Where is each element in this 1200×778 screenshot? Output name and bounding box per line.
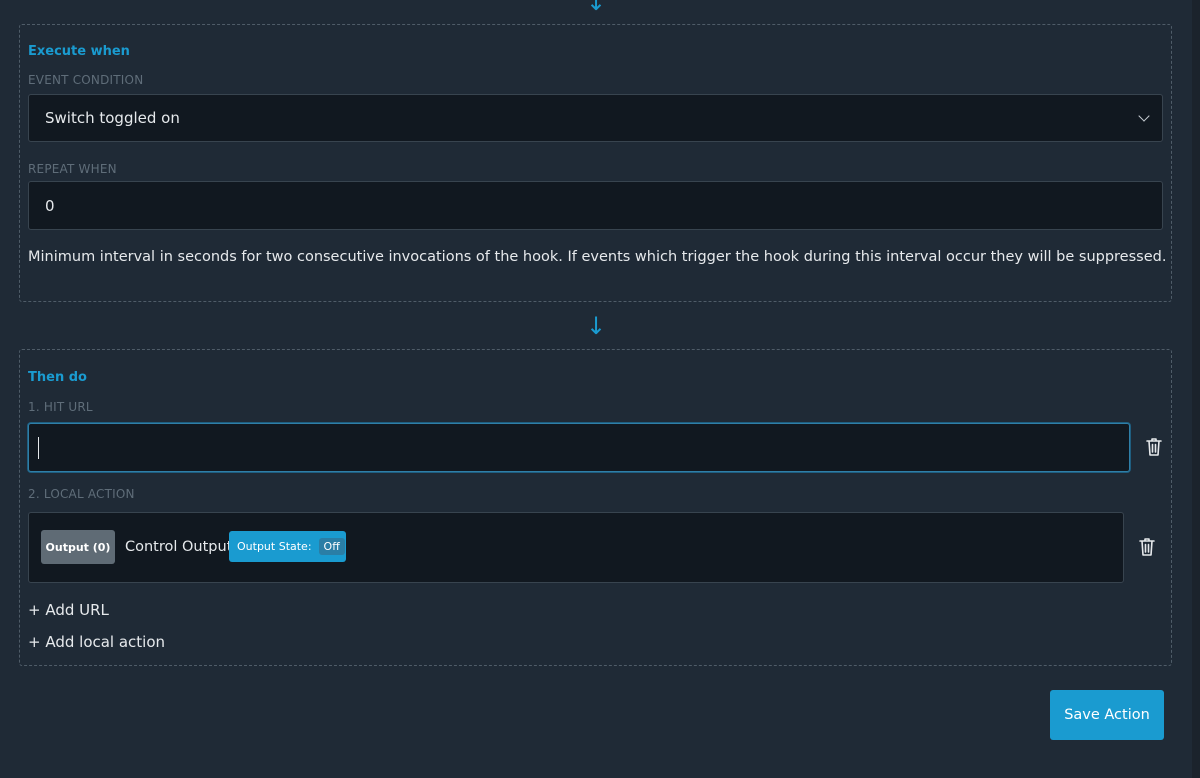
repeat-when-value: 0 — [45, 196, 55, 215]
save-action-button[interactable]: Save Action — [1050, 690, 1164, 740]
add-url-link[interactable]: + Add URL — [28, 601, 109, 619]
flow-arrow-top-icon: ↓ — [586, 0, 607, 16]
then-do-section: Then do 1. HIT URL 2. LOCAL ACTION Outpu… — [19, 349, 1172, 666]
flow-arrow-icon: ↓ — [586, 312, 607, 340]
execute-when-title: Execute when — [28, 44, 130, 59]
event-condition-select[interactable]: Switch toggled on — [28, 94, 1163, 142]
output-state-label: Output State: — [237, 540, 312, 553]
repeat-when-label: REPEAT WHEN — [28, 162, 117, 176]
chevron-down-icon — [1138, 110, 1150, 122]
text-caret — [38, 437, 39, 459]
repeat-help-text: Minimum interval in seconds for two cons… — [28, 249, 1167, 265]
then-do-title: Then do — [28, 370, 87, 385]
output-badge[interactable]: Output (0) — [41, 530, 115, 564]
local-action-box: Output (0) Control Output Output State: … — [28, 512, 1124, 583]
trash-icon[interactable] — [1137, 536, 1157, 558]
trash-icon[interactable] — [1144, 436, 1164, 458]
event-condition-label: EVENT CONDITION — [28, 73, 144, 87]
control-output-label: Control Output — [125, 539, 233, 555]
scroll-gutter — [1192, 0, 1200, 778]
local-action-label: 2. LOCAL ACTION — [28, 487, 135, 501]
output-state-badge[interactable]: Output State: Off — [229, 531, 346, 562]
execute-when-section: Execute when EVENT CONDITION Switch togg… — [19, 24, 1172, 302]
hit-url-input[interactable] — [28, 423, 1130, 472]
repeat-when-input[interactable]: 0 — [28, 181, 1163, 230]
hit-url-label: 1. HIT URL — [28, 400, 93, 414]
event-condition-value: Switch toggled on — [45, 109, 180, 127]
add-local-action-link[interactable]: + Add local action — [28, 633, 165, 651]
output-state-value: Off — [318, 538, 345, 555]
